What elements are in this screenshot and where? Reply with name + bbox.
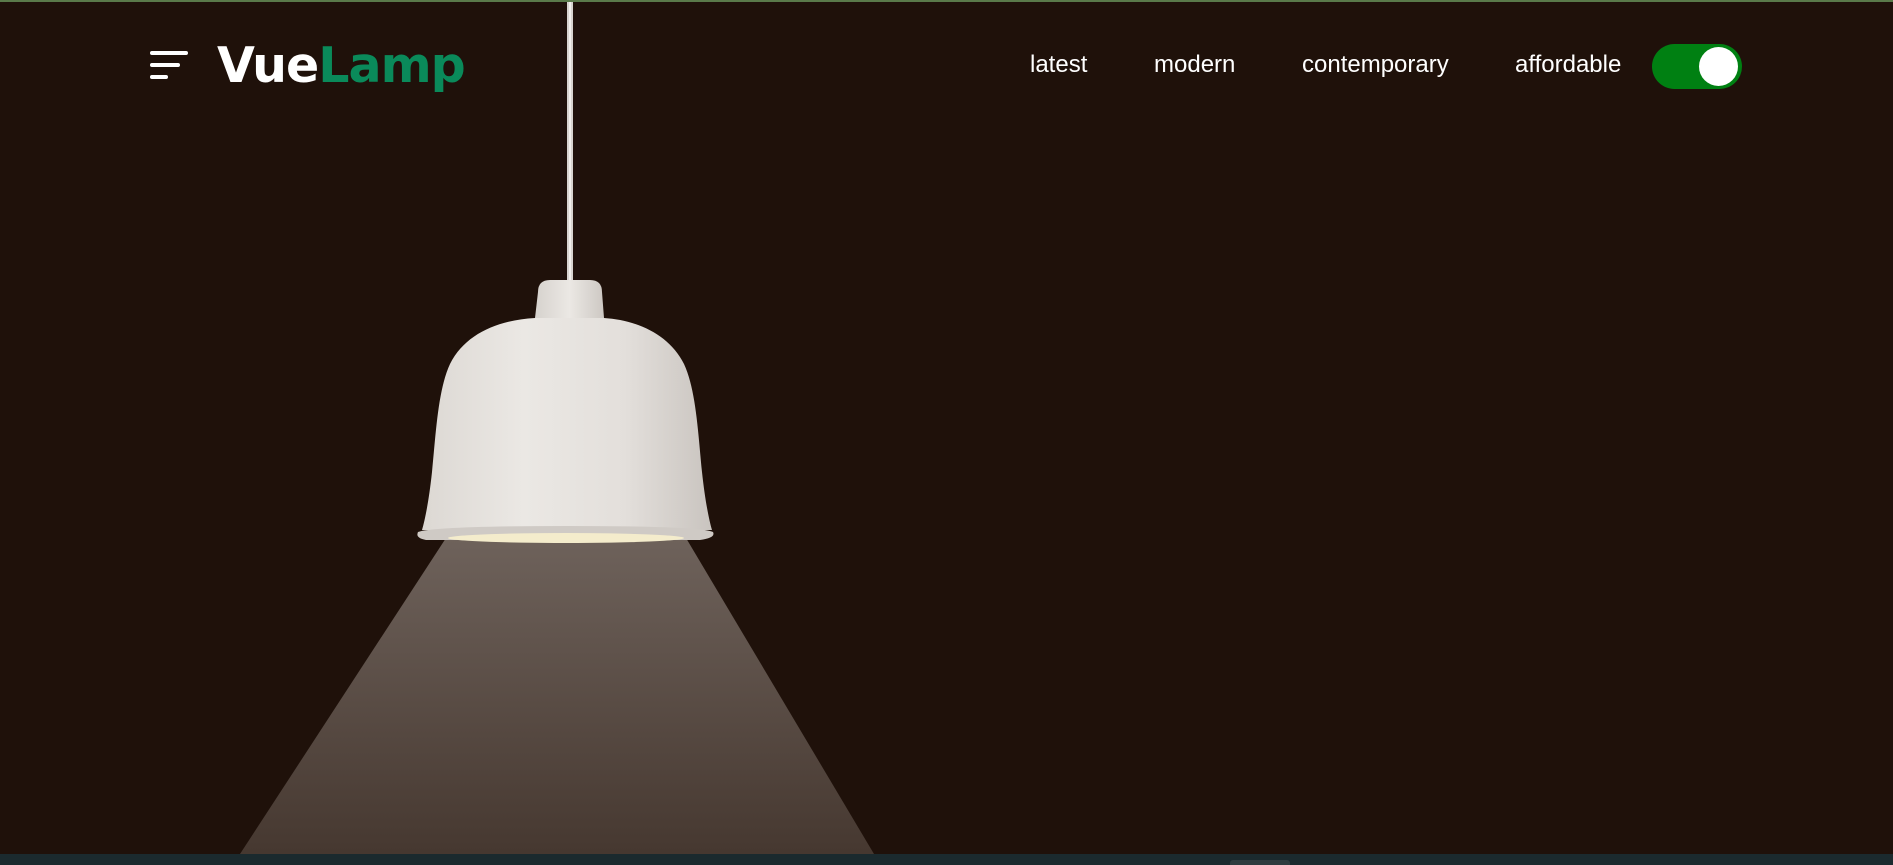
light-beam [240,538,874,854]
bottom-bar-handle [1230,860,1290,865]
lamp-shade [422,318,712,530]
site-header: VueLamp latest modern contemporary affor… [0,0,1893,134]
bottom-bar [0,854,1893,865]
lamp-bulb-glow [448,533,684,543]
logo-text-vue: Vue [217,37,319,94]
nav-link-contemporary[interactable]: contemporary [1302,50,1449,80]
hamburger-menu-icon[interactable] [150,50,188,82]
toggle-knob [1699,47,1738,86]
nav-link-modern[interactable]: modern [1154,50,1235,80]
lamp-cap [535,280,604,318]
theme-toggle-switch[interactable] [1652,44,1742,89]
logo-text-lamp: Lamp [318,37,465,94]
nav-link-affordable[interactable]: affordable [1515,50,1621,80]
nav-link-latest[interactable]: latest [1030,50,1087,80]
site-logo[interactable]: VueLamp [217,36,466,96]
